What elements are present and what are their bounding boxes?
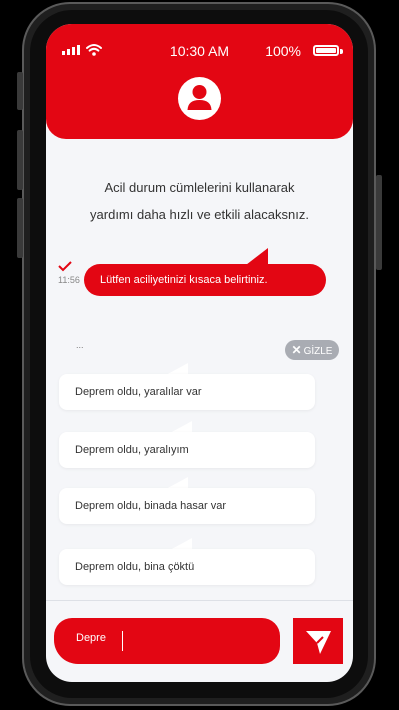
side-button-volume-up [17, 130, 23, 190]
battery-tip [340, 49, 343, 54]
hide-suggestions-button[interactable]: ✕ GİZLE [285, 340, 339, 360]
suggestion-item[interactable]: Deprem oldu, binada hasar var [59, 488, 315, 524]
message-input[interactable]: Depre [54, 618, 280, 664]
side-button-volume-down [17, 198, 23, 258]
battery-percent: 100% [265, 43, 301, 59]
info-line-2: yardımı daha hızlı ve etkili alacaksnız. [90, 207, 309, 222]
suggestion-item[interactable]: Deprem oldu, yaralılar var [59, 374, 315, 410]
typing-indicator: ... [76, 340, 84, 350]
side-button-power [376, 175, 382, 270]
info-line-1: Acil durum cümlelerini kullanarak [104, 180, 295, 195]
message-input-value: Depre [76, 632, 106, 644]
user-icon[interactable] [178, 77, 221, 120]
send-button[interactable] [293, 618, 343, 664]
info-text: Acil durum cümlelerini kullanarak yardım… [46, 174, 353, 228]
suggestion-item[interactable]: Deprem oldu, bina çöktü [59, 549, 315, 585]
app-screen: 10:30 AM 100% Acil durum cümlelerini kul… [46, 24, 353, 682]
battery-icon [313, 45, 339, 56]
side-button-mute [17, 72, 23, 110]
message-time: 11:56 [58, 275, 80, 285]
message-bubble: Lütfen aciliyetinizi kısaca belirtiniz. [84, 264, 326, 296]
suggestion-item[interactable]: Deprem oldu, yaralıyım [59, 432, 315, 468]
close-icon: ✕ [291, 343, 302, 357]
status-time: 10:30 AM [169, 43, 230, 59]
composer-divider [46, 600, 353, 601]
status-bar: 10:30 AM 100% [46, 41, 353, 61]
hide-button-label: GİZLE [303, 346, 333, 357]
send-icon [306, 631, 331, 654]
text-caret [122, 631, 123, 651]
app-header: 10:30 AM 100% [46, 24, 353, 139]
check-icon [58, 261, 72, 272]
